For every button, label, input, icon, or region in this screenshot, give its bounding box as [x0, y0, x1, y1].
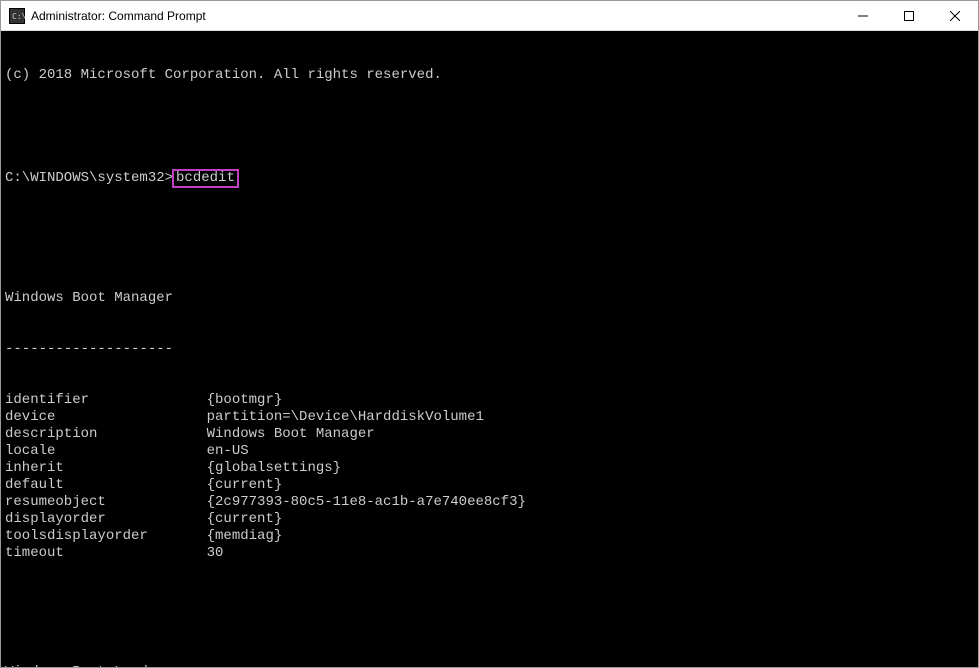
output-row: identifier {bootmgr}: [5, 392, 974, 409]
copyright-line: (c) 2018 Microsoft Corporation. All righ…: [5, 67, 974, 84]
output-row: displayorder {current}: [5, 511, 974, 528]
output-row: timeout 30: [5, 545, 974, 562]
blank-line: [5, 118, 974, 135]
blank-line: [5, 222, 974, 239]
minimize-button[interactable]: [840, 1, 886, 30]
title-bar: C:\ Administrator: Command Prompt: [1, 1, 978, 31]
command-prompt-window: C:\ Administrator: Command Prompt (c) 20…: [0, 0, 979, 668]
command-highlight: bcdedit: [172, 169, 239, 188]
blank-line: [5, 613, 974, 630]
prompt-line-1: C:\WINDOWS\system32>bcdedit: [5, 169, 974, 188]
window-controls: [840, 1, 978, 30]
svg-text:C:\: C:\: [12, 12, 25, 21]
output-row: default {current}: [5, 477, 974, 494]
output-row: toolsdisplayorder {memdiag}: [5, 528, 974, 545]
prompt-path: C:\WINDOWS\system32>: [5, 170, 173, 186]
close-button[interactable]: [932, 1, 978, 30]
output-row: description Windows Boot Manager: [5, 426, 974, 443]
maximize-button[interactable]: [886, 1, 932, 30]
section1-header: Windows Boot Manager: [5, 290, 974, 307]
output-row: locale en-US: [5, 443, 974, 460]
output-row: device partition=\Device\HarddiskVolume1: [5, 409, 974, 426]
section1-separator: --------------------: [5, 341, 974, 358]
output-row: inherit {globalsettings}: [5, 460, 974, 477]
cmd-icon: C:\: [9, 8, 25, 24]
section2-header: Windows Boot Loader: [5, 664, 974, 667]
terminal-area[interactable]: (c) 2018 Microsoft Corporation. All righ…: [1, 31, 978, 667]
section1-rows: identifier {bootmgr}device partition=\De…: [5, 392, 974, 562]
output-row: resumeobject {2c977393-80c5-11e8-ac1b-a7…: [5, 494, 974, 511]
window-title: Administrator: Command Prompt: [31, 9, 840, 23]
